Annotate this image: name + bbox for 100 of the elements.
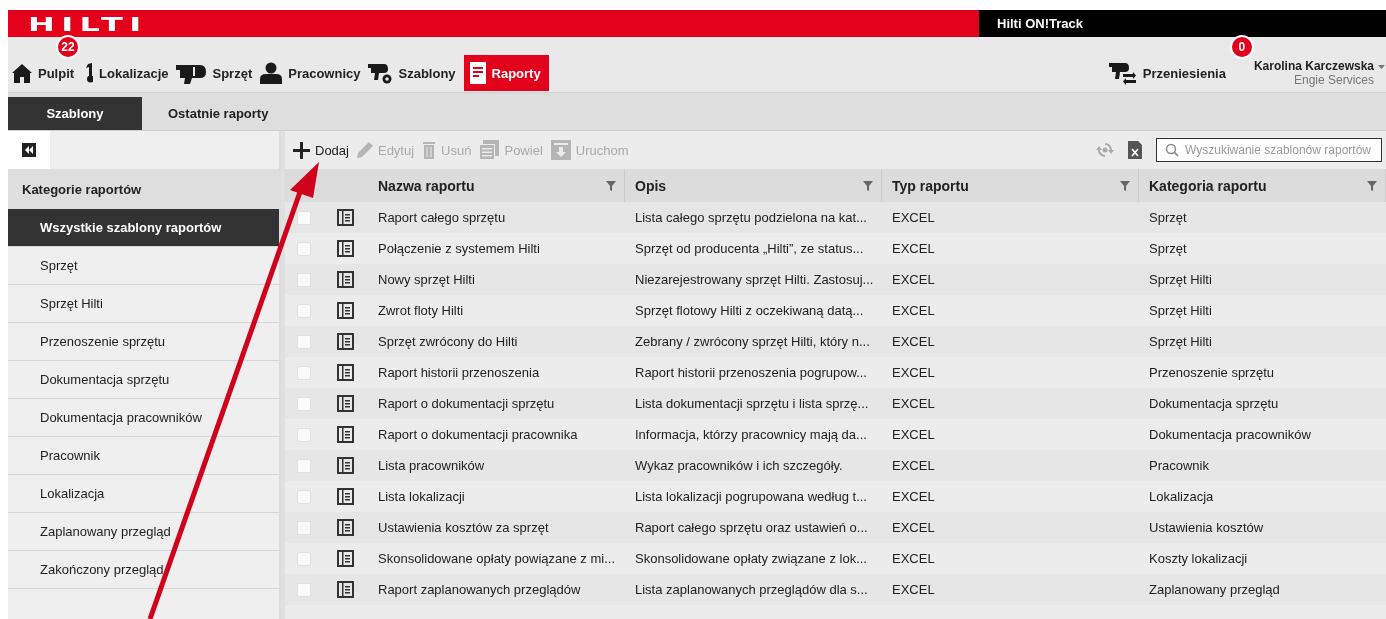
list-icon	[336, 550, 354, 567]
table-cell-text: EXCEL	[891, 396, 936, 411]
tab[interactable]: Ostatnie raporty	[142, 97, 295, 130]
table-cell-text: Zebrany / zwrócony sprzęt Hilti, który n...	[634, 334, 871, 349]
table-cell-text: Dokumentacja sprzętu	[1148, 396, 1280, 411]
checkbox[interactable]	[296, 582, 311, 597]
table-cell-text: Lista dokumentacji sprzętu i lista sprzę...	[634, 396, 870, 411]
table-cell-text: EXCEL	[891, 272, 936, 287]
table-cell-text: EXCEL	[891, 551, 936, 566]
table-cell-text: Sprzęt Hilti	[1148, 272, 1213, 287]
app-title: Hilti ON!Track	[979, 10, 1386, 37]
trash-icon	[422, 141, 437, 159]
column-header[interactable]: Opis	[635, 177, 667, 194]
toolbar-button[interactable]: Dodaj	[293, 135, 357, 165]
column-header[interactable]: Nazwa raportu	[378, 177, 475, 194]
table-cell-text: Skonsolidowane opłaty powiązane z mi...	[377, 551, 617, 566]
tab[interactable]: Szablony	[8, 97, 142, 130]
nav-item[interactable]: Przeniesienia	[1104, 55, 1230, 91]
list-icon	[336, 302, 354, 319]
checkbox[interactable]	[296, 272, 311, 287]
table-cell-text: Skonsolidowane opłaty związane z lok...	[634, 551, 868, 566]
table-cell-text: Informacja, którzy pracownicy mają da...	[634, 427, 868, 442]
column-header[interactable]: Kategoria raportu	[1149, 177, 1267, 194]
nav-item[interactable]: Szablony	[364, 55, 460, 91]
search-field[interactable]: Wyszukiwanie szablonów raportów	[1156, 138, 1382, 162]
sidebar-item[interactable]: Lokalizacja	[8, 475, 279, 513]
nav-item[interactable]: Lokalizacje	[78, 55, 173, 91]
checkbox[interactable]	[296, 520, 311, 535]
sidebar-item[interactable]: Zaplanowany przegląd	[8, 513, 279, 551]
checkbox[interactable]	[296, 489, 311, 504]
table-cell-text: EXCEL	[891, 427, 936, 442]
checkbox[interactable]	[296, 427, 311, 442]
house-icon	[12, 62, 32, 84]
checkbox[interactable]	[296, 334, 311, 349]
notification-badge: 0	[1229, 35, 1254, 59]
table-cell-text: Sprzęt	[1148, 241, 1188, 256]
column-header[interactable]: Typ raportu	[892, 177, 969, 194]
table-cell-text: Przenoszenie sprzętu	[1148, 365, 1275, 380]
excel-export-icon	[1128, 141, 1142, 159]
table-cell-text: Pracownik	[1148, 458, 1210, 473]
sidebar-item[interactable]: Dokumentacja pracowników	[8, 399, 279, 437]
list-icon	[336, 364, 354, 381]
nav-item[interactable]: Pracownicy	[256, 55, 365, 91]
checkbox[interactable]	[296, 365, 311, 380]
table-cell-text: Raport zaplanowanych przeglądów	[377, 582, 582, 597]
logo: HILTI	[28, 11, 148, 36]
table-cell-text: Raport całego sprzętu oraz ustawień o...	[634, 520, 869, 535]
checkbox[interactable]	[296, 210, 311, 225]
sidebar-item[interactable]: Pracownik	[8, 437, 279, 475]
table-cell-text: Sprzęt Hilti	[1148, 334, 1213, 349]
table-cell-text: Sprzęt	[1148, 210, 1188, 225]
sidebar-item[interactable]: Wszystkie szablony raportów	[8, 209, 279, 247]
caret-icon	[1378, 65, 1385, 69]
table-cell-text: Połączenie z systemem Hilti	[377, 241, 541, 256]
table-cell-text: EXCEL	[891, 303, 936, 318]
list-icon	[336, 488, 354, 505]
table-cell-text: Raport historii przenoszenia pogrupow...	[634, 365, 868, 380]
checkbox[interactable]	[296, 551, 311, 566]
table-cell-text: Lista pracowników	[377, 458, 486, 473]
table-cell-text: Nowy sprzęt Hilti	[377, 272, 476, 287]
filter-icon	[1120, 180, 1130, 191]
table-cell-text: EXCEL	[891, 520, 936, 535]
table-cell-text: EXCEL	[891, 489, 936, 504]
download-icon	[550, 140, 571, 160]
checkbox[interactable]	[296, 303, 311, 318]
filter-icon	[606, 180, 616, 191]
plus-icon	[293, 141, 310, 159]
collapse-button[interactable]	[8, 131, 50, 169]
table-cell-text: Ustawienia kosztów	[1148, 520, 1265, 535]
checkbox[interactable]	[296, 458, 311, 473]
sidebar-item[interactable]: Sprzęt Hilti	[8, 285, 279, 323]
list-icon	[336, 426, 354, 443]
nav-item[interactable]: Sprzęt	[172, 55, 257, 91]
sidebar-item[interactable]: Zakończony przegląd	[8, 551, 279, 589]
filter-icon	[1367, 180, 1377, 191]
table-cell-text: Sprzęt od producenta „Hilti”, ze status...	[634, 241, 865, 256]
document-icon	[469, 62, 486, 84]
table-cell-text: Raport historii przenoszenia	[377, 365, 541, 380]
table-cell-text: Wykaz pracowników i ich szczegóły.	[634, 458, 844, 473]
table-cell-text: EXCEL	[891, 210, 936, 225]
search-icon	[1165, 143, 1179, 157]
refresh-icon	[1096, 141, 1114, 159]
list-icon	[336, 240, 354, 257]
list-icon	[336, 395, 354, 412]
table-cell-text: EXCEL	[891, 365, 936, 380]
user-menu[interactable]: Karolina Karczewska Engie Services	[1253, 59, 1376, 87]
list-icon	[336, 519, 354, 536]
sidebar-item[interactable]: Dokumentacja sprzętu	[8, 361, 279, 399]
table-cell-text: Koszty lokalizacji	[1148, 551, 1249, 566]
table-cell-text: EXCEL	[891, 241, 936, 256]
checkbox[interactable]	[296, 241, 311, 256]
notification-badge: 22	[56, 35, 80, 59]
table-cell-text: Sprzęt flotowy Hilti z oczekiwaną datą...	[634, 303, 865, 318]
table-cell-text: Lokalizacja	[1148, 489, 1215, 504]
table-cell-text: Lista lokalizacji	[377, 489, 466, 504]
checkbox[interactable]	[296, 396, 311, 411]
sidebar-item[interactable]: Przenoszenie sprzętu	[8, 323, 279, 361]
sidebar-item[interactable]: Sprzęt	[8, 247, 279, 285]
nav-item[interactable]: Raporty	[463, 55, 549, 91]
table-cell-text: Zaplanowany przegląd	[1148, 582, 1281, 597]
